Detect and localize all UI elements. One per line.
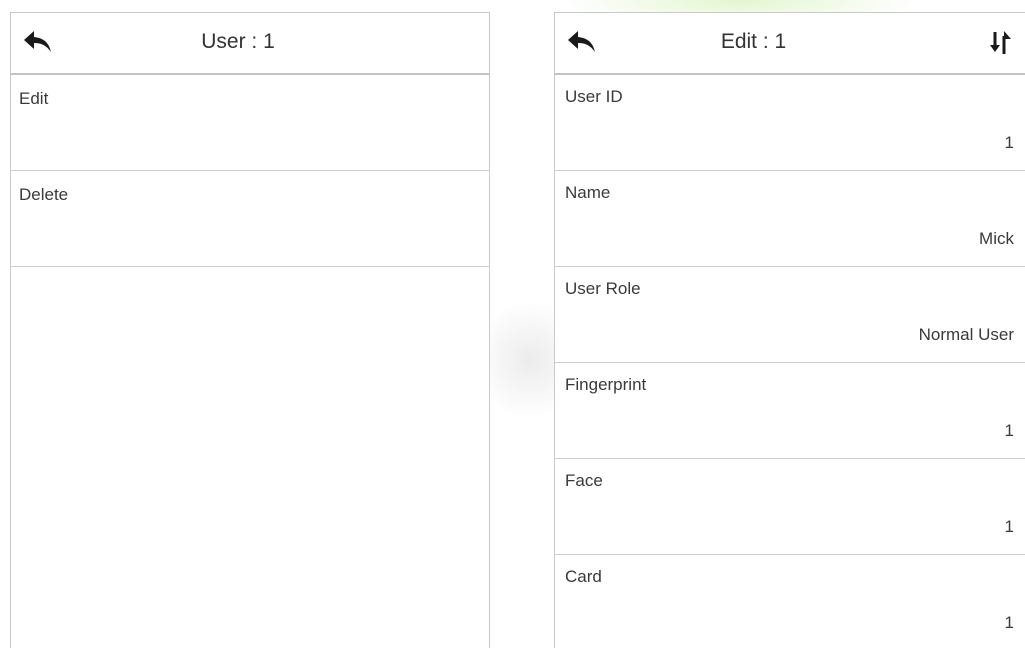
field-face[interactable]: Face 1 <box>555 459 1025 555</box>
menu-item-label: Edit <box>19 89 49 108</box>
field-value: 1 <box>1004 421 1014 440</box>
menu-item-delete[interactable]: Delete <box>11 171 489 267</box>
field-value: Normal User <box>918 325 1014 344</box>
field-label: Name <box>565 183 611 202</box>
field-label: Fingerprint <box>565 375 647 394</box>
menu-item-edit[interactable]: Edit <box>11 75 489 171</box>
field-card[interactable]: Card 1 <box>555 555 1025 648</box>
field-value: 1 <box>1004 517 1014 536</box>
menu-item-label: Delete <box>19 185 69 204</box>
header: Edit : 1 <box>555 13 1025 75</box>
edit-user-panel: Edit : 1 User ID 1 Name Mick User Role N… <box>554 12 1025 648</box>
field-value: 1 <box>1004 613 1014 632</box>
field-user-id[interactable]: User ID 1 <box>555 75 1025 171</box>
screen: User : 1 Edit Delete Edit : 1 User ID 1 <box>0 0 1025 648</box>
page-title: User : 1 <box>201 30 275 53</box>
sort-arrows-icon[interactable] <box>988 30 1012 56</box>
field-fingerprint[interactable]: Fingerprint 1 <box>555 363 1025 459</box>
page-title: Edit : 1 <box>720 30 787 53</box>
field-name[interactable]: Name Mick <box>555 171 1025 267</box>
field-value: 1 <box>1004 133 1014 152</box>
field-value: Mick <box>979 229 1014 248</box>
field-label: Card <box>565 567 602 586</box>
field-label: Face <box>565 471 603 490</box>
header: User : 1 <box>11 13 489 75</box>
field-label: User ID <box>565 87 623 106</box>
field-label: User Role <box>565 279 641 298</box>
user-menu-panel: User : 1 Edit Delete <box>10 12 490 648</box>
field-user-role[interactable]: User Role Normal User <box>555 267 1025 363</box>
